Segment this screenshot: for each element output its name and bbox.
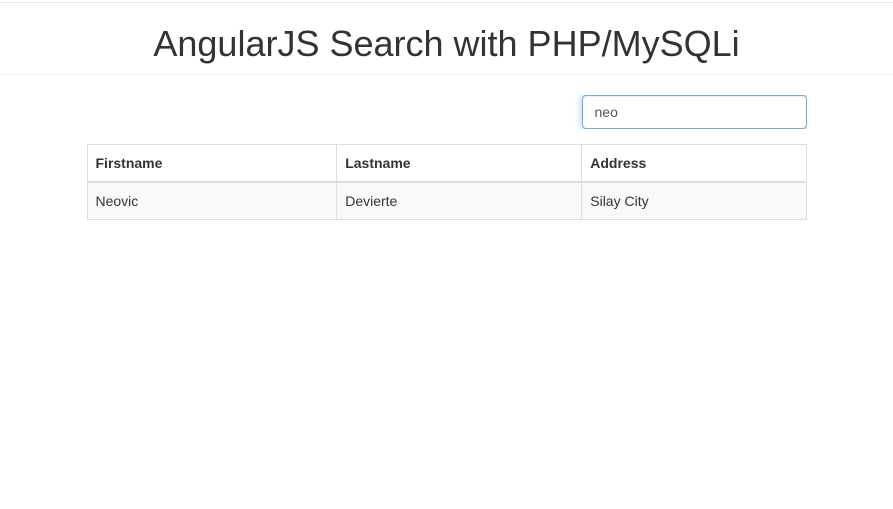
cell-firstname: Neovic xyxy=(87,182,337,220)
search-row xyxy=(87,95,807,129)
page-title: AngularJS Search with PHP/MySQLi xyxy=(0,23,893,74)
table-header-row: Firstname Lastname Address xyxy=(87,145,806,183)
col-header-lastname: Lastname xyxy=(337,145,582,183)
search-input[interactable] xyxy=(582,95,807,129)
table-row: Neovic Devierte Silay City xyxy=(87,182,806,220)
results-table: Firstname Lastname Address Neovic Devier… xyxy=(87,144,807,220)
col-header-address: Address xyxy=(582,145,806,183)
cell-address: Silay City xyxy=(582,182,806,220)
cell-lastname: Devierte xyxy=(337,182,582,220)
page-header: AngularJS Search with PHP/MySQLi xyxy=(0,23,893,75)
col-header-firstname: Firstname xyxy=(87,145,337,183)
main-container: Firstname Lastname Address Neovic Devier… xyxy=(72,95,822,220)
